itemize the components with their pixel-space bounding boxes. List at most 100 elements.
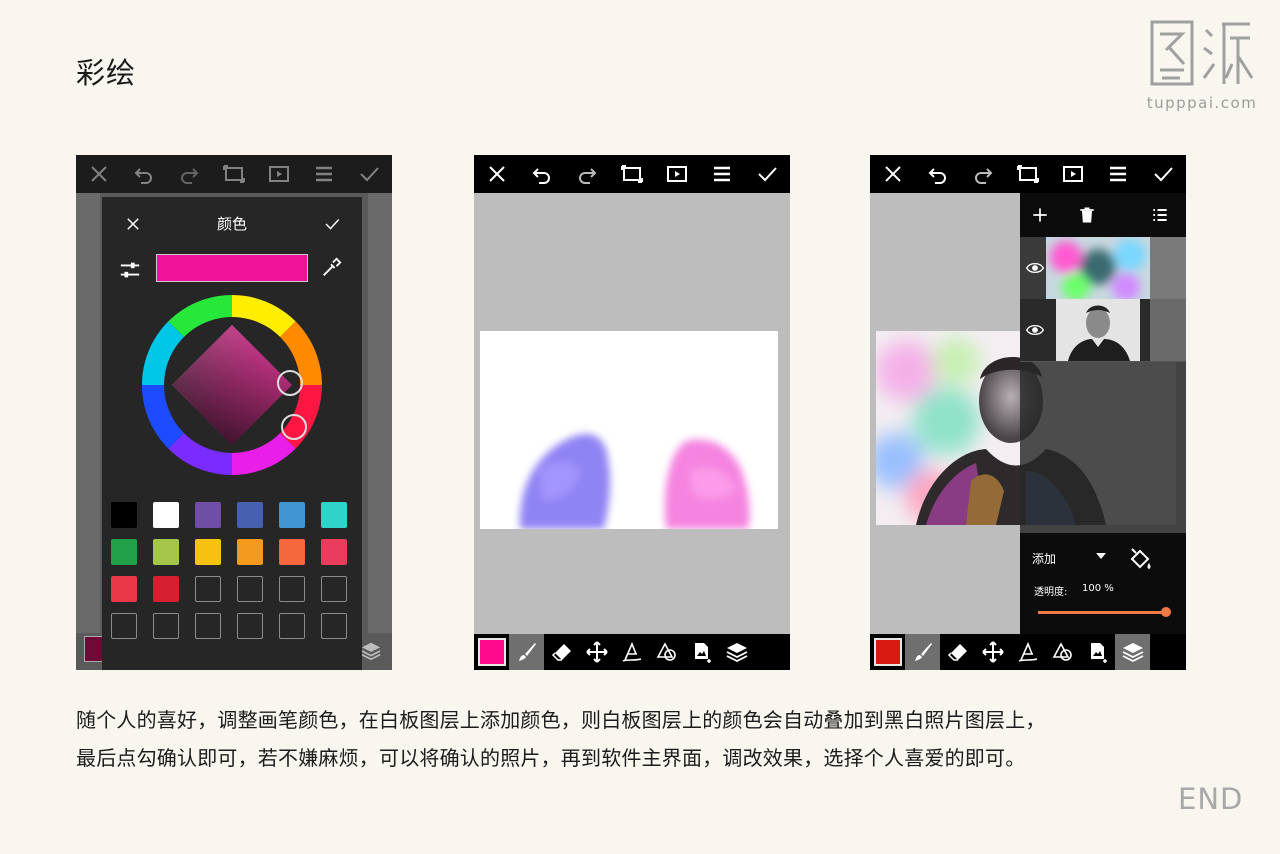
- eye-icon[interactable]: [1024, 258, 1046, 278]
- play-icon: [665, 162, 689, 186]
- confirm-button[interactable]: [1150, 161, 1176, 187]
- eyedropper-icon[interactable]: [320, 257, 342, 279]
- palette-swatch[interactable]: [279, 613, 305, 639]
- brush-tool[interactable]: [509, 634, 544, 670]
- check-icon: [1151, 162, 1175, 186]
- palette-swatch[interactable]: [321, 613, 347, 639]
- description-line-2: 最后点勾确认即可，若不嫌麻烦，可以将确认的照片，再到软件主界面，调改效果，选择个…: [76, 746, 1026, 770]
- eraser-tool[interactable]: [544, 634, 579, 670]
- palette-swatch[interactable]: [279, 576, 305, 602]
- add-image-tool[interactable]: [684, 634, 719, 670]
- layers-panel-header: [1020, 193, 1186, 237]
- opacity-slider-track[interactable]: [1038, 611, 1166, 614]
- layer-thumbnail-edge: [1150, 299, 1186, 361]
- undo-button[interactable]: [925, 161, 951, 187]
- redo-button[interactable]: [574, 161, 600, 187]
- layers-tool[interactable]: [1115, 634, 1150, 670]
- palette-swatch[interactable]: [237, 613, 263, 639]
- crop-button[interactable]: [619, 161, 645, 187]
- close-button[interactable]: [880, 161, 906, 187]
- crop-button[interactable]: [1015, 161, 1041, 187]
- undo-icon: [926, 162, 950, 186]
- palette-swatch[interactable]: [237, 502, 263, 528]
- screenshot-layers-blend: 添加 透明度: 100 %: [870, 155, 1186, 670]
- palette-swatch[interactable]: [153, 613, 179, 639]
- eye-icon[interactable]: [1024, 320, 1046, 340]
- screenshot-color-picker: 颜色: [76, 155, 392, 670]
- sliders-icon[interactable]: [118, 259, 142, 281]
- move-icon: [585, 640, 609, 664]
- palette-swatch[interactable]: [321, 502, 347, 528]
- palette-swatch[interactable]: [195, 539, 221, 565]
- caret-down-icon[interactable]: [1096, 553, 1106, 561]
- palette-swatch[interactable]: [195, 613, 221, 639]
- palette-swatch[interactable]: [111, 502, 137, 528]
- undo-button[interactable]: [529, 161, 555, 187]
- move-tool[interactable]: [579, 634, 614, 670]
- current-brush-color[interactable]: [84, 636, 104, 662]
- selected-color-swatch: [156, 254, 308, 282]
- play-button[interactable]: [1060, 161, 1086, 187]
- palette-swatch[interactable]: [321, 576, 347, 602]
- crop-button[interactable]: [221, 161, 247, 187]
- brush-color-button[interactable]: [870, 634, 905, 670]
- text-icon: [1016, 640, 1040, 664]
- brush-icon: [515, 640, 539, 664]
- text-tool[interactable]: [1010, 634, 1045, 670]
- undo-icon: [132, 162, 156, 186]
- close-icon: [881, 162, 905, 186]
- eraser-icon: [550, 640, 574, 664]
- play-button[interactable]: [266, 161, 292, 187]
- color-dialog: 颜色: [102, 197, 362, 670]
- add-image-tool[interactable]: [1080, 634, 1115, 670]
- opacity-slider-thumb[interactable]: [1161, 607, 1171, 617]
- layers-tool[interactable]: [719, 634, 754, 670]
- confirm-button[interactable]: [754, 161, 780, 187]
- palette-swatch[interactable]: [321, 539, 347, 565]
- delete-layer-icon[interactable]: [1077, 205, 1097, 225]
- layer-row-color[interactable]: [1020, 237, 1186, 300]
- menu-button[interactable]: [709, 161, 735, 187]
- paint-bucket-icon[interactable]: [1126, 547, 1154, 575]
- undo-button[interactable]: [131, 161, 157, 187]
- play-button[interactable]: [664, 161, 690, 187]
- palette-swatch[interactable]: [111, 613, 137, 639]
- redo-button[interactable]: [970, 161, 996, 187]
- layers-icon[interactable]: [360, 640, 382, 662]
- redo-button[interactable]: [176, 161, 202, 187]
- palette-swatch[interactable]: [195, 502, 221, 528]
- brush-tool[interactable]: [905, 634, 940, 670]
- text-tool[interactable]: [614, 634, 649, 670]
- eraser-tool[interactable]: [940, 634, 975, 670]
- close-button[interactable]: [484, 161, 510, 187]
- palette-swatch[interactable]: [111, 539, 137, 565]
- palette-swatch[interactable]: [237, 576, 263, 602]
- palette-swatch[interactable]: [279, 502, 305, 528]
- bottom-toolbar: [870, 634, 1186, 670]
- menu-button[interactable]: [1105, 161, 1131, 187]
- menu-button[interactable]: [311, 161, 337, 187]
- opacity-label: 透明度:: [1034, 587, 1068, 598]
- palette-swatch[interactable]: [153, 539, 179, 565]
- layer-row-photo[interactable]: [1020, 299, 1186, 362]
- palette-swatch[interactable]: [195, 576, 221, 602]
- move-tool[interactable]: [975, 634, 1010, 670]
- shapes-tool[interactable]: [649, 634, 684, 670]
- blend-mode-select[interactable]: 添加: [1032, 550, 1056, 567]
- palette-swatch[interactable]: [153, 502, 179, 528]
- white-canvas[interactable]: [480, 331, 778, 529]
- add-layer-icon[interactable]: [1030, 205, 1050, 225]
- palette-swatch[interactable]: [153, 576, 179, 602]
- hue-wheel[interactable]: [142, 295, 322, 475]
- brush-color-button[interactable]: [474, 634, 509, 670]
- close-icon: [87, 162, 111, 186]
- shapes-tool[interactable]: [1045, 634, 1080, 670]
- palette-swatch[interactable]: [279, 539, 305, 565]
- palette-swatch[interactable]: [111, 576, 137, 602]
- palette-swatch[interactable]: [237, 539, 263, 565]
- close-button[interactable]: [86, 161, 112, 187]
- dialog-confirm-icon[interactable]: [322, 215, 342, 233]
- confirm-button[interactable]: [356, 161, 382, 187]
- layer-list-icon[interactable]: [1150, 205, 1170, 225]
- layers-icon: [1121, 640, 1145, 664]
